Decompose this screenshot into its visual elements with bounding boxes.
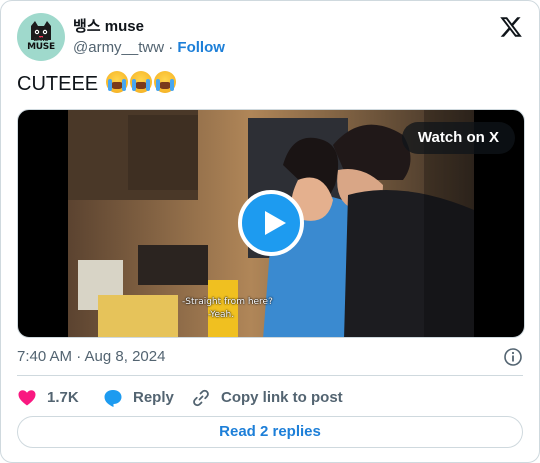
tweet-header: BANG MUSE 뱅스 muse @army__tww · Follow [17, 13, 523, 61]
x-logo-icon[interactable] [499, 15, 523, 39]
video-media[interactable]: -Straight from here? -Yeah. Watch on X [17, 109, 525, 338]
display-name[interactable]: 뱅스 muse [73, 17, 225, 37]
tweet-text: CUTEEE [17, 71, 176, 97]
reply-bubble-icon [104, 390, 122, 407]
play-button[interactable] [238, 190, 304, 256]
tweet-card: BANG MUSE 뱅스 muse @army__tww · Follow CU… [0, 0, 540, 463]
info-icon[interactable] [503, 347, 523, 367]
reply-button[interactable]: Reply [103, 387, 174, 409]
handle[interactable]: @army__tww [73, 39, 164, 56]
avatar[interactable]: BANG MUSE [17, 13, 65, 61]
heart-icon [18, 390, 36, 406]
handle-line: @army__tww · Follow [73, 38, 225, 58]
link-icon [193, 389, 209, 407]
watch-on-x-button[interactable]: Watch on X [401, 122, 515, 154]
follow-button[interactable]: Follow [177, 39, 225, 56]
tweet-body: CUTEEE [17, 73, 99, 95]
copy-link-button[interactable]: Copy link to post [191, 387, 343, 409]
video-subtitle-line1: -Straight from here? [182, 297, 273, 307]
crying-face-icon [153, 71, 176, 93]
copy-link-label: Copy link to post [221, 389, 343, 406]
crying-face-icon [129, 71, 152, 93]
play-icon [265, 211, 286, 235]
separator: · [168, 39, 174, 56]
video-subtitle-line2: -Yeah. [208, 310, 235, 320]
reply-label: Reply [133, 389, 174, 406]
like-button[interactable]: 1.7K [17, 387, 79, 409]
divider [17, 375, 523, 376]
action-bar: 1.7K Reply Copy link to post [17, 387, 523, 409]
read-replies-button[interactable]: Read 2 replies [17, 416, 523, 448]
author-name-block: 뱅스 muse @army__tww · Follow [73, 17, 225, 58]
timestamp[interactable]: 7:40 AM · Aug 8, 2024 [17, 347, 165, 367]
crying-face-icon [105, 71, 128, 93]
avatar-text: MUSE [27, 42, 55, 52]
like-count: 1.7K [47, 389, 79, 406]
